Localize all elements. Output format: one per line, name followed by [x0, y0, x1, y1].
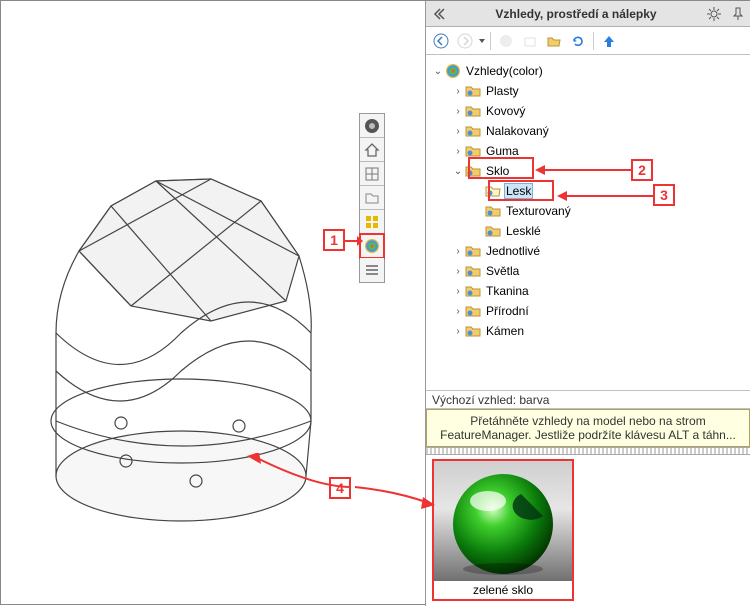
folder-open-icon: [484, 183, 502, 199]
tree-item-texturovany[interactable]: ›Texturovaný: [430, 201, 746, 221]
chevron-right-icon[interactable]: ›: [452, 325, 464, 337]
node-label[interactable]: Jednotlivé: [484, 244, 542, 258]
tree-item-kamen[interactable]: › Kámen: [430, 321, 746, 341]
node-label[interactable]: Kovový: [484, 104, 527, 118]
tab-photoview[interactable]: [360, 114, 384, 138]
gear-icon[interactable]: [702, 2, 726, 26]
folder-icon: [464, 163, 482, 179]
chevron-right-icon[interactable]: ›: [452, 285, 464, 297]
tree-item-prirodni[interactable]: › Přírodní: [430, 301, 746, 321]
tree-item-tkanina[interactable]: › Tkanina: [430, 281, 746, 301]
refresh-icon[interactable]: [567, 30, 589, 52]
tree-item-sklo[interactable]: ⌄ Sklo: [430, 161, 746, 181]
tab-appearances[interactable]: [360, 234, 384, 258]
tree-item-guma[interactable]: › Guma: [430, 141, 746, 161]
tree-item-plasty[interactable]: › Plasty: [430, 81, 746, 101]
node-label[interactable]: Přírodní: [484, 304, 531, 318]
node-label[interactable]: Plasty: [484, 84, 521, 98]
folder-icon: [464, 263, 482, 279]
default-appearance-label: Výchozí vzhled: barva: [426, 391, 750, 409]
pin-icon[interactable]: [726, 2, 750, 26]
chevron-right-icon[interactable]: ›: [452, 245, 464, 257]
panel-collapse-button[interactable]: [426, 2, 450, 26]
tree-item-kovovy[interactable]: › Kovový: [430, 101, 746, 121]
node-label[interactable]: Texturovaný: [504, 204, 573, 218]
preview-label: zelené sklo: [434, 581, 572, 599]
preview-thumbnail: [434, 461, 572, 581]
callout-1: 1: [323, 229, 345, 251]
chevron-down-icon[interactable]: ⌄: [452, 165, 464, 177]
scene-icon: [519, 30, 541, 52]
folder-icon: [464, 143, 482, 159]
tab-configs[interactable]: [360, 210, 384, 234]
folder-icon: [464, 103, 482, 119]
node-label[interactable]: Tkanina: [484, 284, 531, 298]
folder-icon: [464, 83, 482, 99]
node-label[interactable]: Guma: [484, 144, 521, 158]
preview-area: zelené sklo: [426, 455, 750, 606]
hint-text: Přetáhněte vzhledy na model nebo na stro…: [426, 409, 750, 447]
folder-icon: [464, 243, 482, 259]
splitter-handle[interactable]: [426, 447, 750, 455]
tab-grid[interactable]: [360, 162, 384, 186]
tree-item-nalakovany[interactable]: › Nalakovaný: [430, 121, 746, 141]
node-label[interactable]: Kámen: [484, 324, 526, 338]
chevron-right-icon[interactable]: ›: [452, 305, 464, 317]
folder-icon: [464, 303, 482, 319]
command-manager-tabs: [359, 113, 385, 283]
appearances-panel: Vzhledy, prostředí a nálepky ⌄ Vzhledy(co…: [425, 1, 750, 606]
tab-folder[interactable]: [360, 186, 384, 210]
chevron-right-icon[interactable]: ›: [452, 125, 464, 137]
chevron-down-icon[interactable]: ⌄: [432, 65, 444, 77]
chevron-right-icon[interactable]: ›: [452, 145, 464, 157]
callout-3: 3: [653, 184, 675, 206]
up-arrow-icon[interactable]: [598, 30, 620, 52]
tree-item-jednotlive[interactable]: › Jednotlivé: [430, 241, 746, 261]
folder-icon: [464, 123, 482, 139]
appearance-tree[interactable]: ⌄ Vzhledy(color) › Plasty › Kovový › Nalakov…: [426, 55, 750, 391]
color-sphere-icon: [444, 63, 462, 79]
forward-button: [454, 30, 476, 52]
panel-title: Vzhledy, prostředí a nálepky: [450, 7, 702, 21]
node-label[interactable]: Nalakovaný: [484, 124, 551, 138]
node-label[interactable]: Lesklé: [504, 224, 543, 238]
panel-header: Vzhledy, prostředí a nálepky: [426, 1, 750, 27]
folder-icon: [464, 323, 482, 339]
node-label[interactable]: Světla: [484, 264, 521, 278]
folder-open-icon[interactable]: [543, 30, 565, 52]
folder-icon: [484, 203, 502, 219]
tab-list[interactable]: [360, 258, 384, 282]
back-button[interactable]: [430, 30, 452, 52]
chevron-right-icon[interactable]: ›: [452, 265, 464, 277]
tree-item-lesk[interactable]: ›Lesk: [430, 181, 746, 201]
tree-root[interactable]: ⌄ Vzhledy(color): [430, 61, 746, 81]
tab-home[interactable]: [360, 138, 384, 162]
callout-2: 2: [631, 159, 653, 181]
viewport-3d[interactable]: [1, 1, 425, 604]
node-label[interactable]: Vzhledy(color): [464, 64, 545, 78]
callout-4: 4: [329, 477, 351, 499]
appearance-icon: [495, 30, 517, 52]
folder-icon: [464, 283, 482, 299]
dropdown-icon[interactable]: [478, 33, 486, 49]
chevron-right-icon[interactable]: ›: [452, 105, 464, 117]
node-label[interactable]: Sklo: [484, 164, 511, 178]
node-label[interactable]: Lesk: [504, 183, 533, 199]
chevron-right-icon[interactable]: ›: [452, 85, 464, 97]
folder-icon: [484, 223, 502, 239]
tree-item-svetla[interactable]: › Světla: [430, 261, 746, 281]
tree-item-leskle[interactable]: ›Lesklé: [430, 221, 746, 241]
preview-item-green-glass[interactable]: zelené sklo: [432, 459, 574, 601]
panel-toolbar: [426, 27, 750, 55]
